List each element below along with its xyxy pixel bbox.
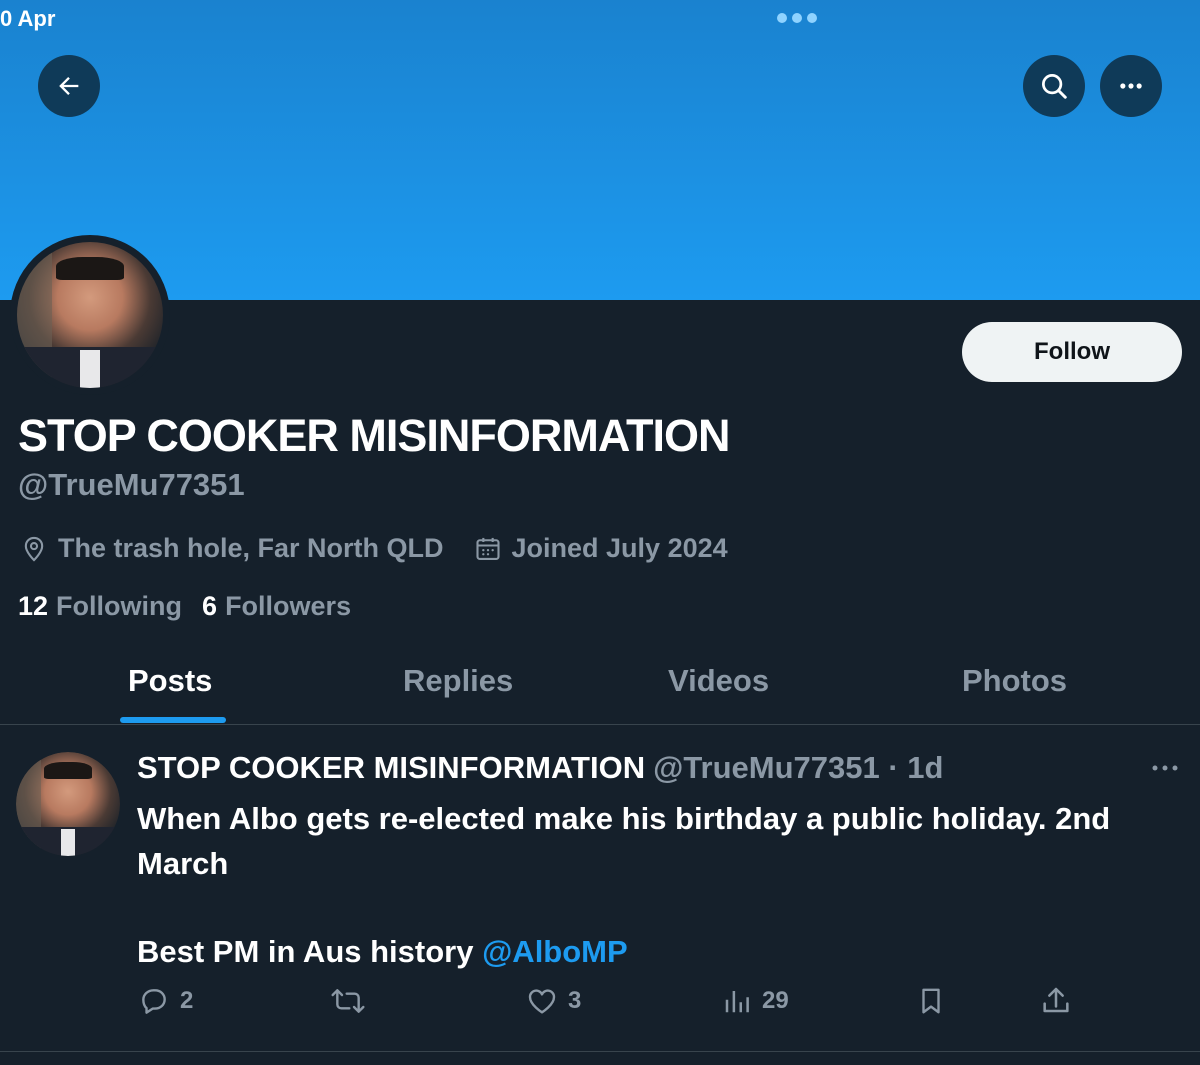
share-button[interactable] [1040, 985, 1072, 1017]
bookmark-icon [922, 988, 940, 1014]
tab-photos[interactable]: Photos [962, 663, 1067, 699]
avatar-image [16, 752, 120, 856]
multitasking-dots[interactable] [777, 13, 817, 23]
tweet-text-line-2-body: Best PM in Aus history [137, 934, 483, 969]
retweet-icon [331, 989, 365, 1013]
more-options-button[interactable] [1100, 55, 1162, 117]
views-count: 29 [762, 987, 789, 1014]
calendar-icon [475, 537, 500, 560]
search-button[interactable] [1023, 55, 1085, 117]
more-horizontal-icon [1152, 765, 1178, 771]
tweet-more-button[interactable] [1150, 760, 1180, 781]
back-button[interactable] [38, 55, 100, 117]
profile-meta: The trash hole, Far North QLD Joined Jul… [20, 533, 758, 564]
like-count: 3 [568, 987, 582, 1014]
tab-videos[interactable]: Videos [668, 663, 769, 699]
more-horizontal-icon [1120, 83, 1142, 89]
tweet-actions: 2 3 29 [0, 985, 1200, 1025]
mention-link[interactable]: @AlboMP [482, 934, 628, 969]
profile-avatar[interactable] [10, 235, 170, 395]
tweet-author-avatar[interactable] [16, 752, 120, 856]
followers-link[interactable]: Followers [225, 591, 351, 622]
profile-display-name: STOP COOKER MISINFORMATION [18, 410, 731, 461]
followers-count[interactable]: 6 [202, 591, 217, 622]
status-bar-date: 0 Apr [0, 6, 56, 31]
active-tab-indicator [120, 717, 226, 723]
avatar-image [17, 242, 163, 388]
arrow-left-icon [59, 77, 79, 95]
views-button[interactable]: 29 [722, 985, 789, 1017]
like-button[interactable]: 3 [526, 985, 581, 1017]
following-link[interactable]: Following [56, 591, 182, 622]
reply-icon [142, 989, 166, 1014]
bookmark-button[interactable] [916, 985, 946, 1017]
following-count[interactable]: 12 [18, 591, 48, 622]
tab-replies[interactable]: Replies [403, 663, 513, 699]
follow-counts: 12 Following 6 Followers [18, 591, 371, 622]
reply-button[interactable]: 2 [138, 985, 193, 1017]
tweet-text-line-1: When Albo gets re-elected make his birth… [137, 801, 1111, 881]
tweet-text: When Albo gets re-elected make his birth… [137, 796, 1187, 974]
tweet-author-name[interactable]: STOP COOKER MISINFORMATION [137, 750, 645, 786]
search-icon [1042, 74, 1067, 99]
tweet-text-line-2: Best PM in Aus history @AlboMP [137, 929, 1187, 974]
profile-joined: Joined July 2024 [474, 533, 728, 564]
location-pin-icon [24, 536, 44, 562]
profile-banner [0, 0, 1200, 300]
tweet-header: STOP COOKER MISINFORMATION @TrueMu77351 … [137, 750, 943, 786]
profile-handle: @TrueMu77351 [18, 467, 245, 502]
tab-posts[interactable]: Posts [128, 663, 212, 699]
views-icon [725, 991, 749, 1013]
retweet-button[interactable] [330, 985, 366, 1017]
tweet-author-handle-time[interactable]: @TrueMu77351 · 1d [653, 750, 943, 786]
reply-count: 2 [180, 987, 194, 1014]
location-text: The trash hole, Far North QLD [58, 533, 444, 563]
follow-button[interactable]: Follow [962, 322, 1182, 382]
profile-location: The trash hole, Far North QLD [20, 533, 444, 564]
joined-text: Joined July 2024 [511, 533, 728, 563]
share-icon [1043, 987, 1069, 1013]
heart-icon [528, 989, 556, 1014]
profile-tabs: Posts Replies Videos Photos [0, 645, 1200, 725]
